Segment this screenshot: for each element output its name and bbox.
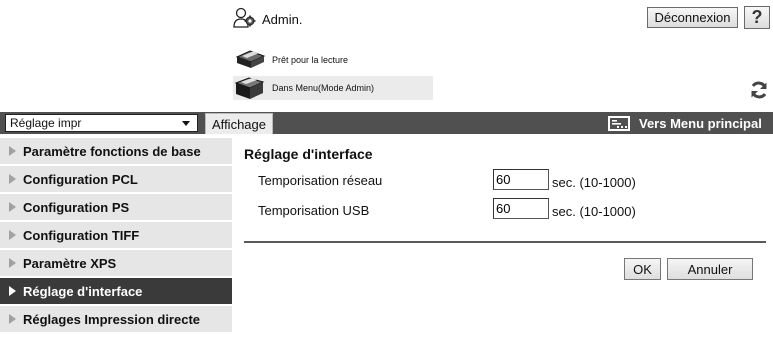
triangle-right-icon [9, 258, 16, 268]
sidebar-item-tiff[interactable]: Configuration TIFF [0, 222, 232, 250]
ok-button[interactable]: OK [624, 258, 661, 280]
network-timeout-label: Temporisation réseau [258, 173, 383, 188]
usb-timeout-unit: sec. (10-1000) [552, 204, 636, 219]
network-timeout-input[interactable] [493, 169, 549, 190]
triangle-right-icon [9, 314, 16, 324]
sidebar-item-label: Configuration PCL [23, 171, 138, 187]
sidebar-item-label: Paramètre XPS [23, 255, 117, 271]
user-bar: Admin. Déconnexion ? [233, 6, 773, 32]
sidebar-item-xps[interactable]: Paramètre XPS [0, 250, 232, 278]
status-mode-text: Dans Menu(Mode Admin) [272, 83, 375, 93]
sidebar-nav: Paramètre fonctions de base Configuratio… [0, 138, 232, 334]
top-toolbar: Réglage impr Affichage Vers Menu princip… [0, 112, 773, 134]
sidebar-item-label: Réglages Impression directe [23, 311, 201, 327]
status-ready-text: Prêt pour la lecture [272, 55, 349, 65]
refresh-icon[interactable] [749, 80, 769, 100]
triangle-right-icon [9, 286, 16, 296]
sidebar-item-label: Configuration PS [23, 199, 130, 215]
status-mode-row: Dans Menu(Mode Admin) [233, 76, 433, 100]
logout-button[interactable]: Déconnexion [647, 7, 738, 28]
sidebar-item-label: Réglage d'interface [23, 283, 143, 299]
triangle-right-icon [9, 202, 16, 212]
printer-icon [233, 76, 266, 100]
sidebar-item-pcl[interactable]: Configuration PCL [0, 166, 232, 194]
menu-select-value: Réglage impr [10, 116, 82, 130]
triangle-right-icon [9, 230, 16, 240]
status-ready-row: Prêt pour la lecture [233, 48, 433, 72]
triangle-right-icon [9, 174, 16, 184]
printer-icon [233, 48, 266, 72]
user-name: Admin. [262, 12, 303, 27]
sidebar-item-label: Paramètre fonctions de base [23, 143, 201, 159]
sidebar-item-base-functions[interactable]: Paramètre fonctions de base [0, 138, 232, 166]
tab-display[interactable]: Affichage [205, 113, 273, 134]
sidebar-item-interface[interactable]: Réglage d'interface [0, 278, 232, 306]
cancel-button[interactable]: Annuler [667, 258, 753, 280]
usb-timeout-input[interactable] [493, 198, 549, 219]
main-menu-icon [608, 115, 630, 131]
triangle-right-icon [9, 146, 16, 156]
usb-timeout-label: Temporisation USB [258, 203, 370, 218]
sidebar-item-ps[interactable]: Configuration PS [0, 194, 232, 222]
sidebar-item-label: Configuration TIFF [23, 227, 140, 243]
main-menu-link[interactable]: Vers Menu principal [608, 112, 762, 134]
section-divider [244, 241, 766, 243]
page-title: Réglage d'interface [244, 146, 373, 162]
chevron-down-icon [182, 121, 190, 126]
sidebar-item-direct-print[interactable]: Réglages Impression directe [0, 306, 232, 334]
admin-user-icon [233, 7, 257, 29]
network-timeout-unit: sec. (10-1000) [552, 175, 636, 190]
menu-select[interactable]: Réglage impr [5, 114, 198, 132]
help-button[interactable]: ? [744, 6, 770, 29]
main-menu-label: Vers Menu principal [639, 115, 762, 131]
